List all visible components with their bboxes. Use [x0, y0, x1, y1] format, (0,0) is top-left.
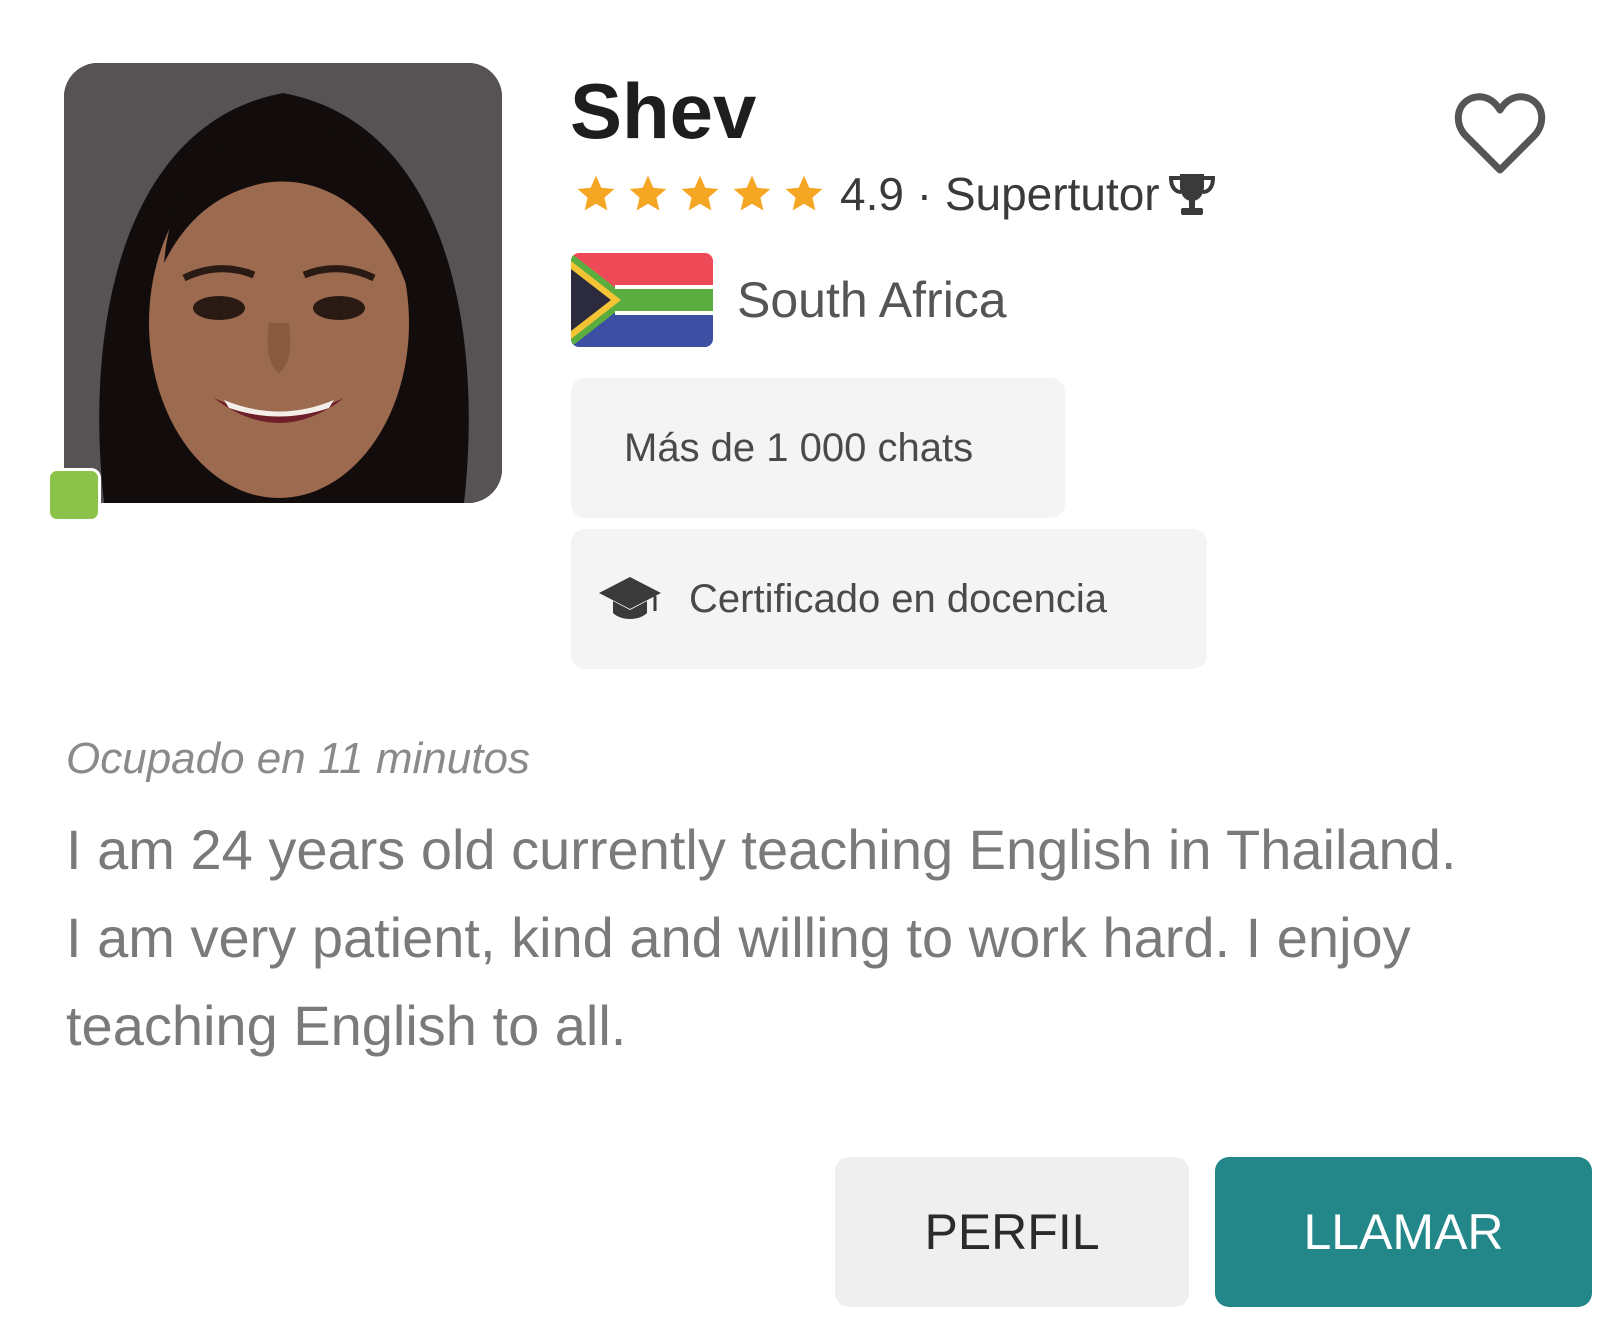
chats-badge: Más de 1 000 chats [571, 378, 1065, 518]
star-icon [629, 175, 667, 211]
availability-status: Ocupado en 11 minutos [66, 734, 530, 783]
star-icon [785, 175, 823, 211]
chats-badge-label: Más de 1 000 chats [624, 425, 974, 470]
star-icon [733, 175, 771, 211]
certified-badge: Certificado en docencia [571, 529, 1207, 669]
avatar[interactable] [64, 63, 502, 503]
avatar-container[interactable] [47, 63, 502, 522]
tutor-name: Shev [570, 67, 757, 155]
tutor-bio: I am 24 years old currently teaching Eng… [66, 818, 1457, 1057]
trophy-icon [1168, 174, 1215, 215]
rating-and-title: 4.9 · Supertutor [840, 168, 1160, 220]
profile-button[interactable]: PERFIL [835, 1157, 1189, 1307]
rating-row: 4.9 · Supertutor [574, 164, 1218, 224]
star-rating [574, 172, 826, 216]
certified-badge-label: Certificado en docencia [689, 576, 1108, 621]
graduation-cap-icon [599, 577, 661, 619]
country-row: South Africa [571, 253, 1007, 347]
star-icon [577, 175, 615, 211]
south-africa-flag-icon [571, 253, 713, 347]
online-status-indicator [47, 468, 101, 522]
call-button[interactable]: LLAMAR [1215, 1157, 1592, 1307]
star-icon [681, 175, 719, 211]
heart-outline-icon[interactable] [1452, 88, 1548, 178]
country-name: South Africa [737, 272, 1007, 328]
tutor-card: Shev 4.9 · Supertutor South Africa Más d… [0, 0, 1620, 1339]
